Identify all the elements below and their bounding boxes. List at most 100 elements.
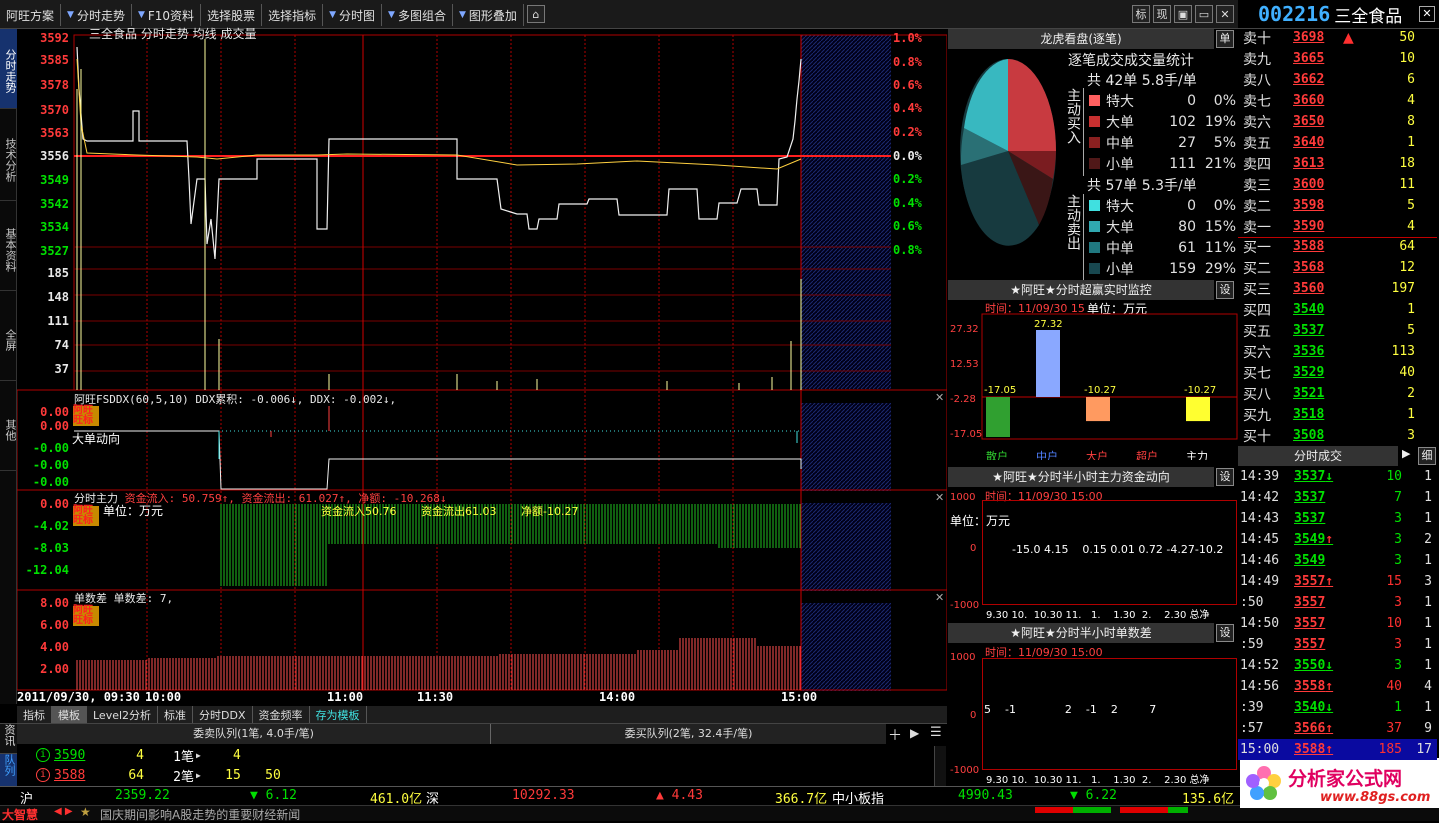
trade-price: 3537↓ <box>1294 469 1354 484</box>
trade-count: 1 <box>1424 490 1432 505</box>
orderbook-row[interactable]: 卖三 3600 11 <box>1243 174 1423 195</box>
orderbook-price[interactable]: 3600 <box>1293 177 1343 192</box>
tab-fund-freq[interactable]: 资金频率 <box>253 706 310 723</box>
queue-add-icon[interactable]: ＋ <box>888 725 902 745</box>
orderbook-price[interactable]: 3640 <box>1293 135 1343 150</box>
orderbook-row[interactable]: 买七 3529 40 <box>1243 362 1423 383</box>
orderbook-row[interactable]: 卖四 3613 18 <box>1243 153 1423 174</box>
trades-play-icon[interactable]: ▶ <box>1402 447 1410 460</box>
orderbook-price[interactable]: 3529 <box>1293 365 1343 380</box>
orderbook-row[interactable]: 买十 3508 3 <box>1243 425 1423 446</box>
tab-level2[interactable]: Level2分析 <box>87 706 159 723</box>
orderbook-price[interactable]: 3508 <box>1293 428 1343 443</box>
tab-standard[interactable]: 标准 <box>158 706 194 723</box>
orderbook-row[interactable]: 买二 3568 12 <box>1243 257 1423 278</box>
lock-icon[interactable]: ⌂ <box>526 5 545 23</box>
orderbook-level: 卖一 <box>1243 219 1271 236</box>
queue-scrollbar[interactable] <box>934 746 946 786</box>
orderbook-row[interactable]: 卖九 3665 10 <box>1243 48 1423 69</box>
tab-indicator[interactable]: 指标 <box>17 706 52 723</box>
diffhalf-settings-btn[interactable]: 设 <box>1216 624 1234 642</box>
dragon-btn[interactable]: 单 <box>1216 30 1234 48</box>
orderbook-price[interactable]: 3698 <box>1293 30 1343 45</box>
news-ticker: 大智慧 ◀ ▶ ★ 国庆期间影响A股走势的重要财经新闻 <box>0 805 1439 823</box>
now-button[interactable]: 现 <box>1153 5 1171 23</box>
ticker-prev-icon[interactable]: ◀ ▶ <box>54 806 73 817</box>
orderbook-row[interactable]: 买五 3537 5 <box>1243 320 1423 341</box>
flow-row-count: 159 <box>1169 260 1196 277</box>
close-panel-icon[interactable]: ✕ <box>935 391 944 404</box>
orderbook-row[interactable]: 买一 3588 64 <box>1243 236 1423 257</box>
orderbook-row[interactable]: 买九 3518 1 <box>1243 404 1423 425</box>
flow-row-count: 27 <box>1178 134 1196 151</box>
orderbook-row[interactable]: 卖七 3660 4 <box>1243 90 1423 111</box>
tab-bar: 指标 模板 Level2分析 标准 分时DDX 资金频率 存为模板 <box>17 706 947 723</box>
close-panel-icon[interactable]: ✕ <box>935 491 944 504</box>
orderbook-row[interactable]: 卖八 3662 6 <box>1243 69 1423 90</box>
close-icon[interactable]: ✕ <box>1216 5 1234 23</box>
minimize-icon[interactable]: ▭ <box>1195 5 1213 23</box>
orderbook-price[interactable]: 3568 <box>1293 260 1343 275</box>
orderbook-price[interactable]: 3590 <box>1293 219 1343 234</box>
menu-overlay[interactable]: ▼ 图形叠加 <box>453 4 524 26</box>
orderbook-row[interactable]: 卖一 3590 4 <box>1243 216 1423 237</box>
orderbook-price[interactable]: 3662 <box>1293 72 1343 87</box>
nav-time-share[interactable]: 分时走势 <box>0 29 17 109</box>
menu-select-stock[interactable]: 选择股票 <box>201 4 263 26</box>
tab-template[interactable]: 模板 <box>52 706 87 723</box>
monitor-settings-btn[interactable]: 设 <box>1216 281 1234 299</box>
trades-detail-btn[interactable]: 细 <box>1418 447 1436 465</box>
mark-button[interactable]: 标 <box>1132 5 1150 23</box>
orderbook-price[interactable]: 3560 <box>1293 281 1343 296</box>
nav-technical[interactable]: 技术分析 <box>0 115 17 201</box>
orderbook-row[interactable]: 卖五 3640 1 <box>1243 132 1423 153</box>
orderbook-row[interactable]: 买八 3521 2 <box>1243 383 1423 404</box>
time-tick: 11:30 <box>417 690 454 704</box>
nav-other[interactable]: 其他 <box>0 385 17 471</box>
close-panel-icon[interactable]: ✕ <box>935 591 944 604</box>
menu-f10[interactable]: ▼ F10资料 <box>132 4 202 26</box>
dropdown-icon: ▼ <box>329 10 337 20</box>
orderbook-price[interactable]: 3598 <box>1293 198 1343 213</box>
menu-select-indicator[interactable]: 选择指标 <box>262 4 324 26</box>
menu-time-share[interactable]: ▼ 分时走势 <box>61 4 132 26</box>
orderbook-price[interactable]: 3536 <box>1293 344 1343 359</box>
queue-play-icon[interactable]: ▶ <box>910 726 919 740</box>
orderbook-row[interactable]: 卖六 3650 8 <box>1243 111 1423 132</box>
orderbook-price[interactable]: 3521 <box>1293 386 1343 401</box>
queue-menu-icon[interactable]: ☰ <box>930 725 942 740</box>
price-tick: 3592 <box>40 31 69 45</box>
orderbook-price[interactable]: 3588 <box>1293 239 1343 254</box>
orderbook-price[interactable]: 3665 <box>1293 51 1343 66</box>
queue-side-tab-news[interactable]: 资讯 <box>0 724 17 754</box>
orderbook-row[interactable]: 卖二 3598 5 <box>1243 195 1423 216</box>
tab-ddx[interactable]: 分时DDX <box>193 706 253 723</box>
orderbook-price[interactable]: 3660 <box>1293 93 1343 108</box>
orderbook-price[interactable]: 3518 <box>1293 407 1343 422</box>
menu-label: 分时图 <box>339 8 376 23</box>
menu-chart[interactable]: ▼ 分时图 <box>323 4 383 26</box>
news-headline[interactable]: 国庆期间影响A股走势的重要财经新闻 <box>100 806 300 823</box>
orderbook-price[interactable]: 3540 <box>1293 302 1343 317</box>
queue-side-tab-queue[interactable]: 队列 <box>0 754 17 787</box>
orderbook-price[interactable]: 3613 <box>1293 156 1343 171</box>
orderbook-row[interactable]: 卖十 3698 ▲ 50 <box>1243 27 1423 48</box>
info-icon[interactable]: i <box>36 768 50 782</box>
orderbook-price[interactable]: 3537 <box>1293 323 1343 338</box>
ddx-tick: -0.00 <box>32 441 69 455</box>
nav-fundamental[interactable]: 基本资料 <box>0 205 17 291</box>
halfhour-settings-btn[interactable]: 设 <box>1216 468 1234 486</box>
orderbook-row[interactable]: 买六 3536 113 <box>1243 341 1423 362</box>
orderbook-row[interactable]: 买四 3540 1 <box>1243 299 1423 320</box>
window-icon[interactable]: ▣ <box>1174 5 1192 23</box>
close-stock-icon[interactable]: ✕ <box>1419 6 1435 22</box>
nav-fullscreen[interactable]: 全屏 <box>0 295 17 381</box>
menu-awang-plan[interactable]: 阿旺方案 <box>0 4 62 26</box>
orderbook-price[interactable]: 3650 <box>1293 114 1343 129</box>
info-icon[interactable]: i <box>36 748 50 762</box>
tab-save-template[interactable]: 存为模板 <box>310 706 367 723</box>
flow-row-pct: 0% <box>1213 92 1236 109</box>
menu-multi-chart[interactable]: ▼ 多图组合 <box>382 4 453 26</box>
orderbook-row[interactable]: 买三 3560 197 <box>1243 278 1423 299</box>
monitor-header: ★阿旺★分时超赢实时监控 <box>948 280 1214 300</box>
